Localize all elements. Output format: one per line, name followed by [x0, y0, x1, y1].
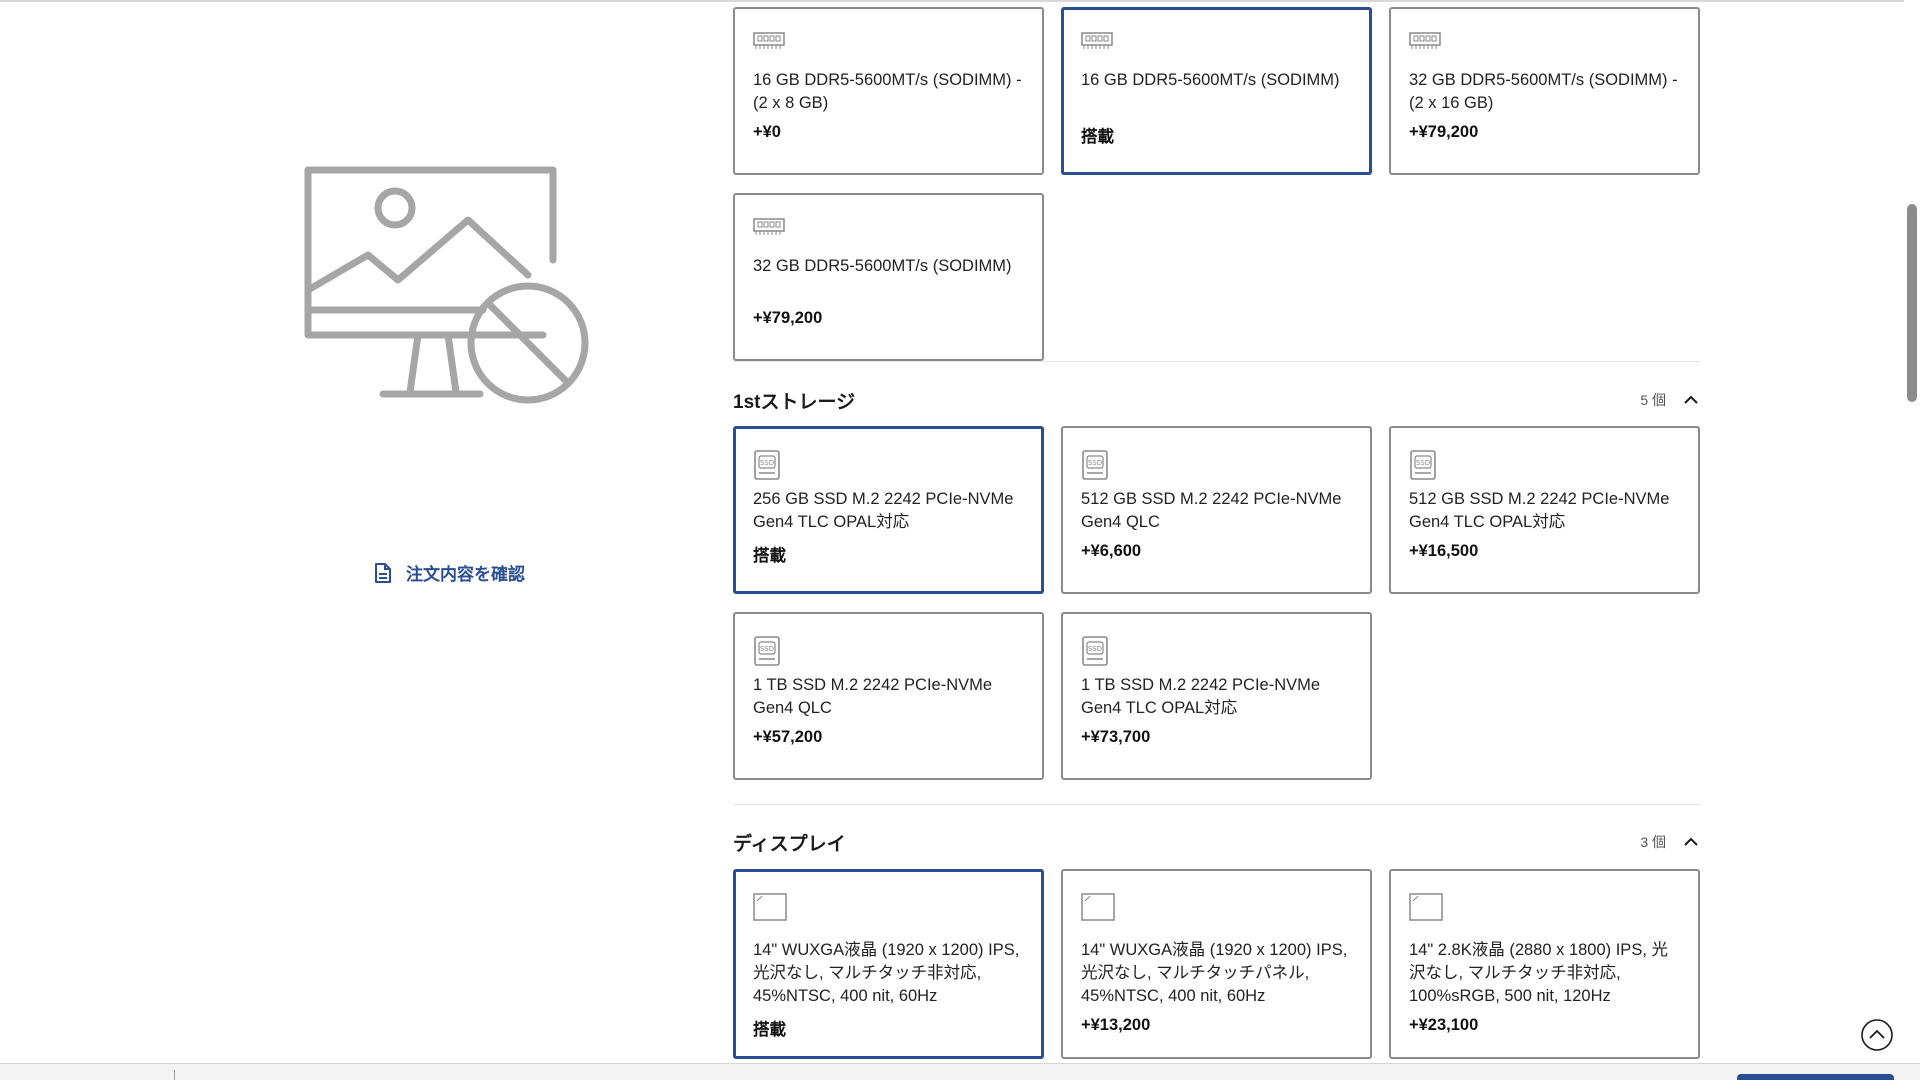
option-name: 32 GB DDR5-5600MT/s (SODIMM) [753, 257, 1012, 275]
option-price: +¥13,200 [1081, 1016, 1151, 1034]
ram-icon [753, 31, 1024, 57]
svg-text:SSD: SSD [760, 645, 774, 653]
storage-section-title: 1stストレージ [733, 391, 856, 413]
scrollbar-track[interactable] [1904, 0, 1920, 1066]
document-icon [375, 562, 391, 583]
option-name: 32 GB DDR5-5600MT/s (SODIMM) - (2 x 16 G… [1409, 71, 1678, 112]
review-order-link[interactable]: 注文内容を確認 [372, 560, 525, 585]
storage-option-2[interactable]: SSD 512 GB SSD M.2 2242 PCIe-NVMe Gen4 Q… [1061, 426, 1372, 594]
svg-text:SSD: SSD [1088, 645, 1102, 653]
ram-icon [753, 217, 1024, 243]
ram-icon [1081, 31, 1352, 57]
display-option-1[interactable]: 14" WUXGA液晶 (1920 x 1200) IPS, 光沢なし, マルチ… [733, 869, 1044, 1059]
memory-option-3[interactable]: 32 GB DDR5-5600MT/s (SODIMM) - (2 x 16 G… [1389, 7, 1700, 175]
ssd-icon: SSD [753, 636, 1024, 666]
option-price: 搭載 [753, 1021, 786, 1039]
storage-option-4[interactable]: SSD 1 TB SSD M.2 2242 PCIe-NVMe Gen4 QLC… [733, 612, 1044, 780]
display-option-3[interactable]: 14" 2.8K液晶 (2880 x 1800) IPS, 光沢なし, マルチタ… [1389, 869, 1700, 1059]
ssd-icon: SSD [1081, 636, 1352, 666]
storage-option-3[interactable]: SSD 512 GB SSD M.2 2242 PCIe-NVMe Gen4 T… [1389, 426, 1700, 594]
option-price: +¥79,200 [1409, 123, 1479, 141]
bottom-action-button[interactable] [1737, 1074, 1894, 1080]
storage-option-count: 5 個 [1640, 392, 1666, 408]
option-name: 512 GB SSD M.2 2242 PCIe-NVMe Gen4 QLC [1081, 490, 1342, 531]
svg-text:SSD: SSD [760, 459, 774, 467]
option-name: 14" WUXGA液晶 (1920 x 1200) IPS, 光沢なし, マルチ… [753, 941, 1020, 1005]
screen-icon [1409, 893, 1680, 921]
screen-icon [753, 893, 1024, 921]
screen-icon [1081, 893, 1352, 921]
option-name: 14" 2.8K液晶 (2880 x 1800) IPS, 光沢なし, マルチタ… [1409, 941, 1668, 1005]
display-option-count: 3 個 [1640, 834, 1666, 850]
option-price: +¥73,700 [1081, 728, 1151, 746]
option-name: 16 GB DDR5-5600MT/s (SODIMM) - (2 x 8 GB… [753, 71, 1022, 112]
display-section-title: ディスプレイ [733, 833, 846, 855]
storage-option-1[interactable]: SSD 256 GB SSD M.2 2242 PCIe-NVMe Gen4 T… [733, 426, 1044, 594]
chevron-up-icon[interactable] [1682, 833, 1700, 851]
memory-option-2[interactable]: 16 GB DDR5-5600MT/s (SODIMM) 搭載 [1061, 7, 1372, 175]
no-image-monitor-icon [298, 160, 598, 410]
storage-section: SSD 256 GB SSD M.2 2242 PCIe-NVMe Gen4 T… [733, 426, 1700, 780]
ssd-icon: SSD [753, 450, 1024, 480]
option-name: 16 GB DDR5-5600MT/s (SODIMM) [1081, 71, 1340, 89]
display-section-header[interactable]: ディスプレイ 3 個 [733, 827, 1700, 857]
option-price: +¥79,200 [753, 309, 823, 327]
option-name: 256 GB SSD M.2 2242 PCIe-NVMe Gen4 TLC O… [753, 490, 1014, 531]
option-price: +¥6,600 [1081, 542, 1142, 560]
option-price: +¥16,500 [1409, 542, 1479, 560]
review-order-label: 注文内容を確認 [406, 565, 525, 584]
ram-icon [1409, 31, 1680, 57]
back-to-top-icon[interactable] [1860, 1018, 1894, 1052]
option-name: 1 TB SSD M.2 2242 PCIe-NVMe Gen4 QLC [753, 676, 993, 717]
memory-option-4[interactable]: 32 GB DDR5-5600MT/s (SODIMM) +¥79,200 [733, 193, 1044, 361]
bottom-summary-bar [0, 1063, 1920, 1080]
storage-option-5[interactable]: SSD 1 TB SSD M.2 2242 PCIe-NVMe Gen4 TLC… [1061, 612, 1372, 780]
section-divider [733, 361, 1700, 362]
option-name: 14" WUXGA液晶 (1920 x 1200) IPS, 光沢なし, マルチ… [1081, 941, 1348, 1005]
option-price: 搭載 [1081, 128, 1114, 146]
section-divider [733, 804, 1700, 805]
ssd-icon: SSD [1409, 450, 1680, 480]
bottom-bar-divider [174, 1070, 175, 1080]
display-option-2[interactable]: 14" WUXGA液晶 (1920 x 1200) IPS, 光沢なし, マルチ… [1061, 869, 1372, 1059]
ssd-icon: SSD [1081, 450, 1352, 480]
option-name: 512 GB SSD M.2 2242 PCIe-NVMe Gen4 TLC O… [1409, 490, 1670, 531]
header-shadow [0, 0, 1920, 2]
option-price: +¥57,200 [753, 728, 823, 746]
memory-section: 16 GB DDR5-5600MT/s (SODIMM) - (2 x 8 GB… [733, 7, 1700, 361]
svg-text:SSD: SSD [1416, 459, 1430, 467]
configurator-page: 注文内容を確認 16 GB DDR5-5600MT/s (SODIMM) - (… [0, 0, 1920, 1080]
option-price: 搭載 [753, 547, 786, 565]
option-price: +¥23,100 [1409, 1016, 1479, 1034]
scrollbar-thumb[interactable] [1907, 204, 1917, 402]
option-price: +¥0 [753, 123, 781, 141]
storage-section-header[interactable]: 1stストレージ 5 個 [733, 385, 1700, 415]
chevron-up-icon[interactable] [1682, 391, 1700, 409]
display-section: 14" WUXGA液晶 (1920 x 1200) IPS, 光沢なし, マルチ… [733, 869, 1700, 1059]
option-name: 1 TB SSD M.2 2242 PCIe-NVMe Gen4 TLC OPA… [1081, 676, 1321, 717]
svg-text:SSD: SSD [1088, 459, 1102, 467]
memory-option-1[interactable]: 16 GB DDR5-5600MT/s (SODIMM) - (2 x 8 GB… [733, 7, 1044, 175]
